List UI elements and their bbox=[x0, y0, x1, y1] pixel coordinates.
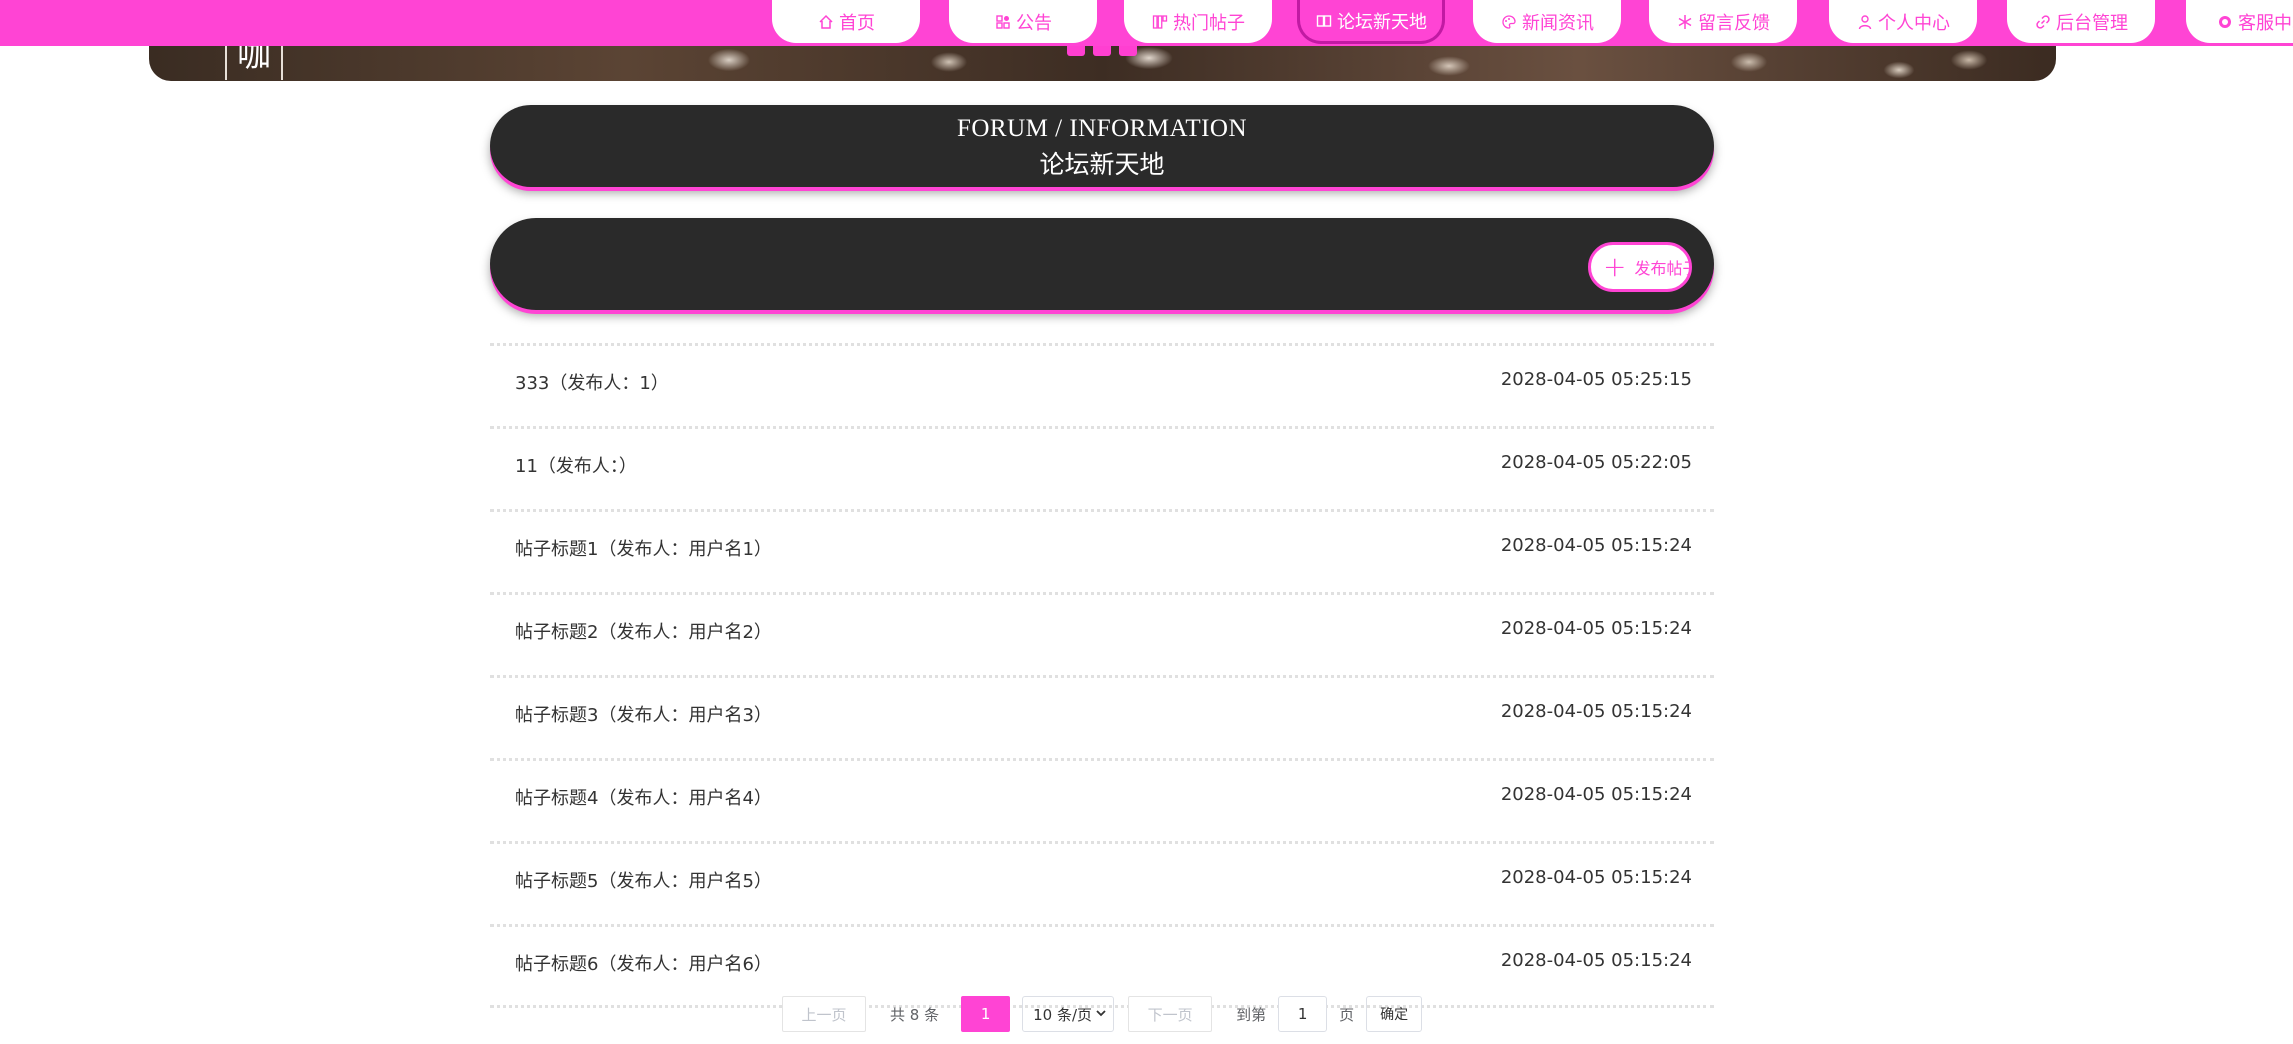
post-date: 2028-04-05 05:15:24 bbox=[1500, 784, 1692, 805]
post-date: 2028-04-05 05:15:24 bbox=[1500, 618, 1692, 639]
nav-forum[interactable]: 论坛新天地 bbox=[1297, 0, 1445, 44]
goto-confirm-button[interactable]: 确定 bbox=[1366, 996, 1423, 1032]
post-title[interactable]: 帖子标题4（发布人：用户名4） bbox=[515, 784, 772, 810]
palette-icon bbox=[1500, 13, 1518, 31]
carousel-dot[interactable] bbox=[1119, 46, 1137, 56]
nav-profile-label: 个人中心 bbox=[1878, 12, 1950, 34]
post-date: 2028-04-05 05:15:24 bbox=[1500, 950, 1692, 971]
nav-feedback[interactable]: 留言反馈 bbox=[1649, 0, 1797, 43]
post-title[interactable]: 帖子标题1（发布人：用户名1） bbox=[515, 535, 772, 561]
page-title-panel: FORUM / INFORMATION 论坛新天地 bbox=[490, 105, 1714, 187]
goto-label: 到第 bbox=[1236, 1005, 1267, 1024]
list-item[interactable]: 帖子标题6（发布人：用户名6） 2028-04-05 05:15:24 bbox=[490, 924, 1714, 1005]
total-count: 共 8 条 bbox=[890, 1005, 940, 1024]
nav-service-label: 客服中心 bbox=[2238, 12, 2293, 34]
nav-news-label: 新闻资讯 bbox=[1522, 12, 1594, 34]
apps-icon bbox=[1151, 13, 1169, 31]
nav-hot-posts[interactable]: 热门帖子 bbox=[1124, 0, 1272, 43]
post-title[interactable]: 帖子标题3（发布人：用户名3） bbox=[515, 701, 772, 727]
page-size-value: 10 条/页 bbox=[1033, 1005, 1093, 1024]
nav-news[interactable]: 新闻资讯 bbox=[1473, 0, 1621, 43]
list-item[interactable]: 11（发布人：） 2028-04-05 05:22:05 bbox=[490, 426, 1714, 507]
list-item[interactable]: 帖子标题3（发布人：用户名3） 2028-04-05 05:15:24 bbox=[490, 675, 1714, 756]
list-item[interactable]: 帖子标题2（发布人：用户名2） 2028-04-05 05:15:24 bbox=[490, 592, 1714, 673]
plus-icon: + bbox=[1603, 250, 1627, 283]
nav-notice[interactable]: 公告 bbox=[949, 0, 1097, 43]
post-date: 2028-04-05 05:22:05 bbox=[1500, 452, 1692, 473]
pagination: 上一页 共 8 条 1 10 条/页 下一页 到第 页 确定 bbox=[782, 995, 1423, 1033]
snowflake-icon bbox=[1676, 13, 1694, 31]
home-icon bbox=[817, 13, 835, 31]
page-unit-label: 页 bbox=[1339, 1005, 1355, 1024]
publish-post-button[interactable]: + 发布帖子 bbox=[1588, 242, 1692, 292]
post-title[interactable]: 帖子标题5（发布人：用户名5） bbox=[515, 867, 772, 893]
post-date: 2028-04-05 05:25:15 bbox=[1500, 369, 1692, 390]
next-page-button[interactable]: 下一页 bbox=[1128, 996, 1213, 1032]
goto-page-input[interactable] bbox=[1278, 996, 1328, 1032]
page-size-select[interactable]: 10 条/页 bbox=[1022, 996, 1115, 1032]
grid-icon bbox=[994, 13, 1012, 31]
post-date: 2028-04-05 05:15:24 bbox=[1500, 701, 1692, 722]
post-date: 2028-04-05 05:15:24 bbox=[1500, 535, 1692, 556]
page-title-cn: 论坛新天地 bbox=[1039, 152, 1165, 179]
nav-home[interactable]: 首页 bbox=[772, 0, 920, 43]
page-number-current[interactable]: 1 bbox=[961, 996, 1011, 1032]
nav-admin-label: 后台管理 bbox=[2056, 12, 2128, 34]
post-title[interactable]: 帖子标题6（发布人：用户名6） bbox=[515, 950, 772, 976]
nav-service[interactable]: 客服中心 bbox=[2186, 0, 2293, 43]
publish-post-label: 发布帖子 bbox=[1634, 259, 1689, 278]
nav-profile[interactable]: 个人中心 bbox=[1829, 0, 1977, 43]
nav-home-label: 首页 bbox=[839, 12, 875, 34]
link-icon bbox=[2034, 13, 2052, 31]
chevron-down-icon bbox=[1095, 1005, 1107, 1023]
nav-forum-label: 论坛新天地 bbox=[1337, 11, 1427, 33]
post-list: 333（发布人：1） 2028-04-05 05:25:15 11（发布人：） … bbox=[490, 343, 1714, 1008]
post-title[interactable]: 11（发布人：） bbox=[515, 452, 637, 478]
banner-carousel-dots[interactable] bbox=[1067, 46, 1137, 56]
nav-notice-label: 公告 bbox=[1016, 12, 1052, 34]
list-item[interactable]: 帖子标题1（发布人：用户名1） 2028-04-05 05:15:24 bbox=[490, 509, 1714, 590]
nav-feedback-label: 留言反馈 bbox=[1698, 12, 1770, 34]
page-title-en: FORUM / INFORMATION bbox=[956, 115, 1248, 142]
user-icon bbox=[1856, 13, 1874, 31]
list-item[interactable]: 帖子标题4（发布人：用户名4） 2028-04-05 05:15:24 bbox=[490, 758, 1714, 839]
list-item[interactable]: 帖子标题5（发布人：用户名5） 2028-04-05 05:15:24 bbox=[490, 841, 1714, 922]
carousel-dot[interactable] bbox=[1067, 46, 1085, 56]
carousel-dot[interactable] bbox=[1093, 46, 1111, 56]
post-title[interactable]: 帖子标题2（发布人：用户名2） bbox=[515, 618, 772, 644]
forum-action-bar: + 发布帖子 bbox=[490, 218, 1714, 310]
post-title[interactable]: 333（发布人：1） bbox=[515, 369, 669, 395]
prev-page-button[interactable]: 上一页 bbox=[782, 996, 866, 1032]
nav-hot-posts-label: 热门帖子 bbox=[1173, 12, 1245, 34]
top-navigation: 首页 公告 热门帖子 论坛新天地 新闻资讯 留言反馈 个人中心 后台管理 客服中 bbox=[0, 0, 2293, 46]
post-date: 2028-04-05 05:15:24 bbox=[1500, 867, 1692, 888]
nav-admin[interactable]: 后台管理 bbox=[2007, 0, 2155, 43]
service-icon bbox=[2216, 13, 2234, 31]
list-item[interactable]: 333（发布人：1） 2028-04-05 05:25:15 bbox=[490, 343, 1714, 424]
chat-icon bbox=[1315, 12, 1333, 30]
